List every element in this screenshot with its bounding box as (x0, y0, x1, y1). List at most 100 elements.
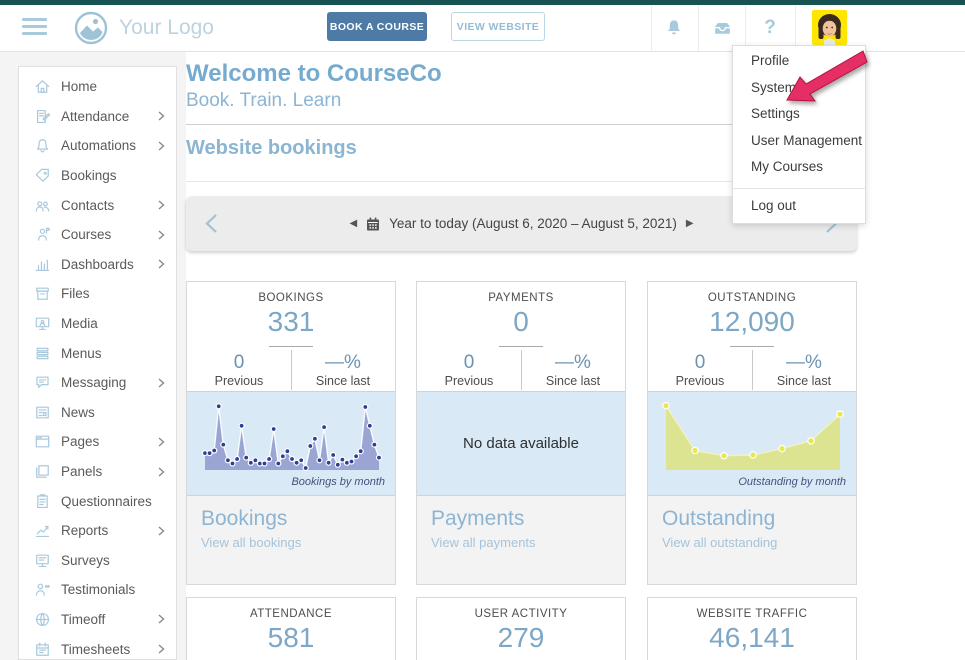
chevron-right-icon (158, 437, 165, 447)
hamburger-menu-icon[interactable] (22, 18, 47, 36)
sidebar-item-attendance[interactable]: Attendance (19, 102, 176, 132)
sidebar-item-label: Files (61, 286, 90, 301)
notifications-button[interactable] (654, 5, 694, 51)
sidebar-item-questionnaires[interactable]: Questionnaires (19, 486, 176, 516)
stat-label: PAYMENTS (417, 292, 625, 304)
reports-icon (34, 522, 51, 539)
menus-icon (34, 345, 51, 362)
sidebar-nav: HomeAttendanceAutomationsBookings Contact… (18, 66, 177, 660)
dashboards-icon (34, 256, 51, 273)
sidebar-item-surveys[interactable]: Surveys (19, 546, 176, 576)
sidebar-item-files[interactable]: Files (19, 279, 176, 309)
column-divider (752, 350, 753, 390)
stat-value: 46,141 (648, 622, 856, 654)
courses-icon (34, 226, 51, 243)
chevron-right-icon (158, 378, 165, 388)
menu-item-profile[interactable]: Profile (733, 48, 865, 75)
news-icon (34, 404, 51, 421)
sidebar-item-label: Dashboards (61, 257, 134, 272)
sidebar-item-label: Timesheets (61, 642, 130, 657)
stat-value: 12,090 (648, 306, 856, 338)
sidebar-item-automations[interactable]: Automations (19, 131, 176, 161)
sidebar-item-reports[interactable]: Reports (19, 516, 176, 546)
chevron-right-icon (158, 644, 165, 654)
sidebar-item-timeoff[interactable]: Timeoff (19, 605, 176, 635)
sidebar-item-contacts[interactable]: Contacts (19, 190, 176, 220)
files-icon (34, 285, 51, 302)
sidebar-item-media[interactable]: Media (19, 309, 176, 339)
attendance-icon (34, 108, 51, 125)
page-subtitle: Book. Train. Learn (186, 90, 341, 112)
stat-label: BOOKINGS (187, 292, 395, 304)
menu-item-user-management[interactable]: User Management (733, 128, 865, 155)
card-link[interactable]: Bookings (201, 507, 381, 531)
home-icon (34, 78, 51, 95)
menu-item-my-courses[interactable]: My Courses (733, 154, 865, 181)
card-link[interactable]: Outstanding (662, 507, 842, 531)
stat-card-bookings: BOOKINGS 331 0 Previous —% Since last Bo… (186, 281, 396, 585)
book-a-course-button[interactable]: BOOK A COURSE (327, 12, 427, 41)
sparkline-chart (660, 398, 846, 478)
sidebar-item-label: Courses (61, 227, 111, 242)
mini-divider (499, 346, 543, 347)
card-sublink[interactable]: View all payments (431, 535, 611, 550)
menu-item-settings[interactable]: Settings (733, 101, 865, 128)
section-title: Website bookings (186, 137, 357, 160)
date-next-icon[interactable]: ▶ (686, 218, 694, 229)
sidebar-item-timesheets[interactable]: Timesheets (19, 634, 176, 660)
card-stats: BOOKINGS 331 0 Previous —% Since last (187, 282, 395, 391)
sidebar-item-label: Panels (61, 464, 102, 479)
view-website-button[interactable]: VIEW WEBSITE (451, 12, 545, 41)
sidebar-item-courses[interactable]: Courses (19, 220, 176, 250)
sidebar-item-label: Pages (61, 434, 99, 449)
stat-card-attendance: ATTENDANCE 581 (186, 597, 396, 660)
header-divider (698, 5, 699, 51)
pages-icon (34, 433, 51, 450)
card-sublink[interactable]: View all bookings (201, 535, 381, 550)
previous-label: Previous (648, 374, 752, 388)
card-sublink[interactable]: View all outstanding (662, 535, 842, 550)
column-divider (521, 350, 522, 390)
chart-caption: Outstanding by month (738, 476, 846, 488)
sidebar-item-label: Surveys (61, 553, 110, 568)
avatar-image (812, 10, 847, 45)
stat-label: WEBSITE TRAFFIC (648, 608, 856, 620)
column-divider (291, 350, 292, 390)
sidebar-item-label: Contacts (61, 198, 114, 213)
sidebar-item-pages[interactable]: Pages (19, 427, 176, 457)
sidebar-item-news[interactable]: News (19, 398, 176, 428)
user-avatar[interactable] (812, 10, 847, 45)
card-chart-area: Bookings by month (187, 391, 395, 496)
chevron-right-icon (158, 111, 165, 121)
sidebar-item-label: Menus (61, 346, 102, 361)
stat-card-website-traffic: WEBSITE TRAFFIC 46,141 (647, 597, 857, 660)
menu-item-log-out[interactable]: Log out (733, 189, 865, 223)
contacts-icon (34, 197, 51, 214)
date-prev-icon[interactable]: ◀ (349, 218, 357, 229)
sidebar-item-messaging[interactable]: Messaging (19, 368, 176, 398)
sidebar-item-menus[interactable]: Menus (19, 338, 176, 368)
sidebar-item-testimonials[interactable]: Testimonials (19, 575, 176, 605)
since-value: —% (521, 352, 625, 373)
sidebar-item-home[interactable]: Home (19, 72, 176, 102)
header-divider (651, 5, 652, 51)
since-value: —% (752, 352, 856, 373)
card-chart-area: No data available (417, 391, 625, 496)
logo-image-icon (74, 11, 108, 45)
sidebar-item-bookings[interactable]: Bookings (19, 161, 176, 191)
date-range-label[interactable]: Year to today (August 6, 2020 – August 5… (389, 216, 677, 231)
sidebar-item-panels[interactable]: Panels (19, 457, 176, 487)
logo[interactable] (74, 10, 108, 46)
card-stats: PAYMENTS 0 0 Previous —% Since last (417, 282, 625, 391)
stat-card-user-activity: USER ACTIVITY 279 (416, 597, 626, 660)
help-icon: ? (764, 17, 776, 39)
stat-value: 0 (417, 306, 625, 338)
card-link[interactable]: Payments (431, 507, 611, 531)
since-label: Since last (291, 374, 395, 388)
chevron-right-icon (158, 526, 165, 536)
logo-text: Your Logo (119, 5, 214, 51)
card-footer: Bookings View all bookings (187, 496, 395, 584)
menu-item-system[interactable]: System (733, 75, 865, 102)
sidebar-item-dashboards[interactable]: Dashboards (19, 250, 176, 280)
no-data-message: No data available (417, 392, 625, 495)
